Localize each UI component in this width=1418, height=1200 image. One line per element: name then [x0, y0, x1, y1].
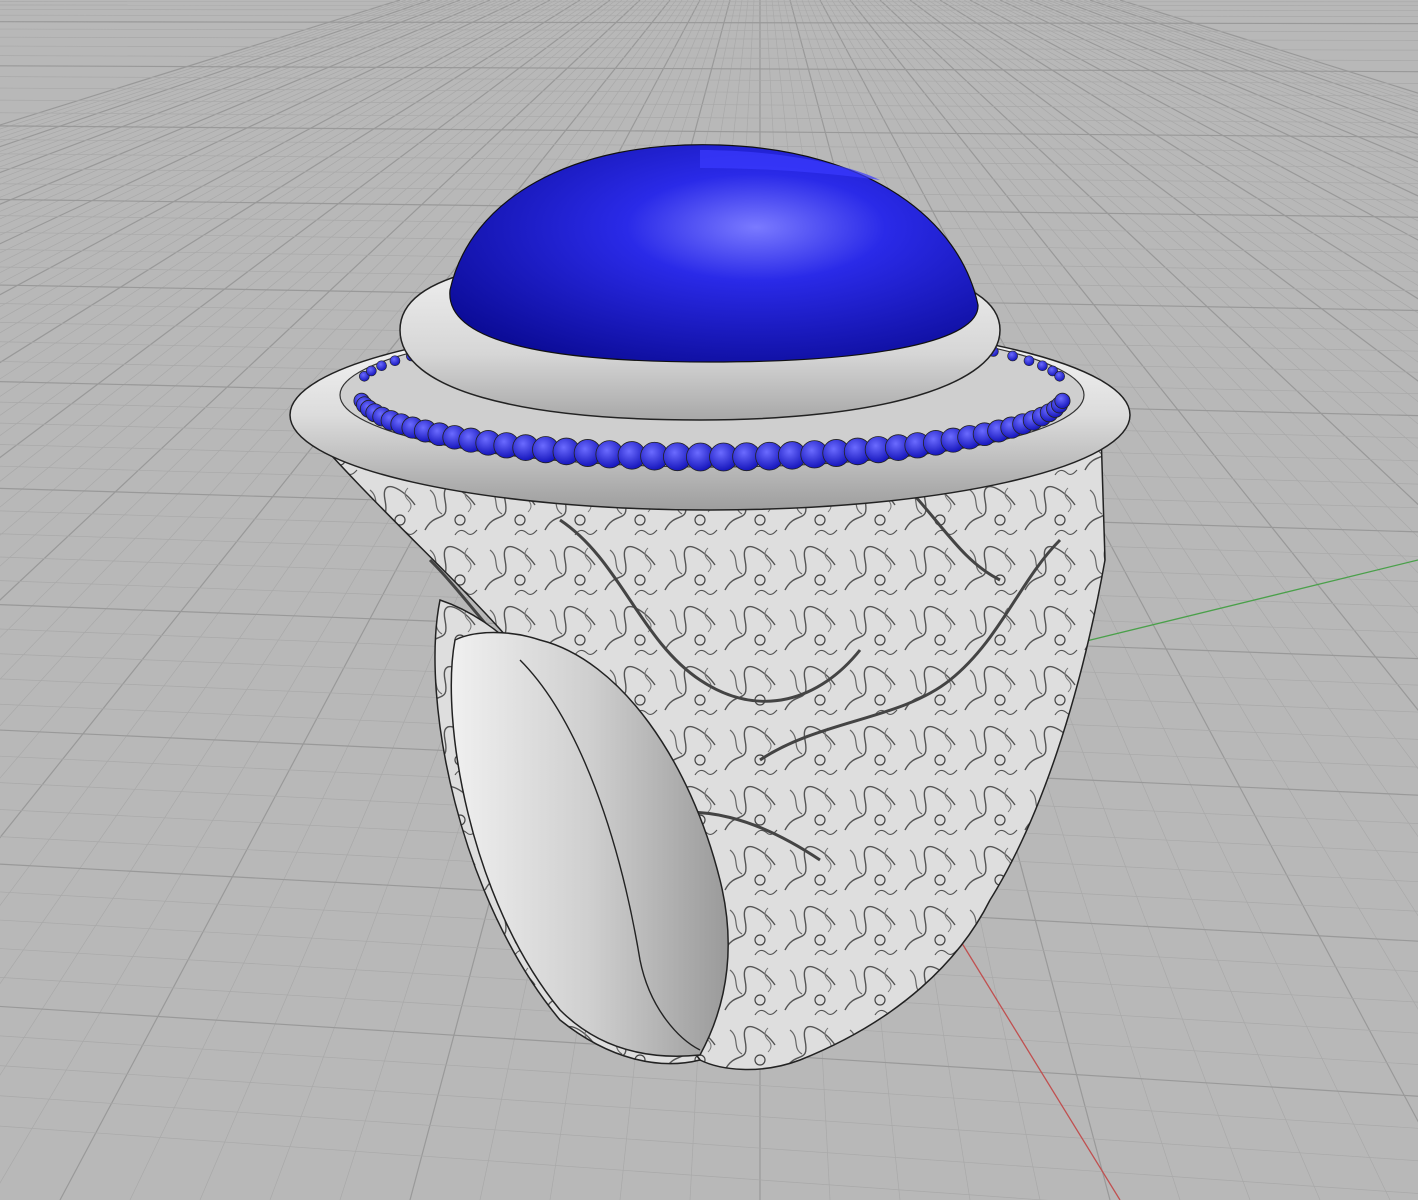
halo-stone[interactable] [1023, 355, 1035, 367]
halo-stone[interactable] [1054, 392, 1071, 409]
halo-stone[interactable] [366, 365, 377, 377]
halo-stone[interactable] [1054, 370, 1065, 382]
ring-model[interactable] [289, 144, 1131, 1071]
y-axis-line [1069, 559, 1418, 646]
halo-stone[interactable] [389, 355, 401, 367]
halo-stone[interactable] [376, 360, 387, 372]
x-axis-line [959, 939, 1121, 1200]
viewport-scene[interactable] [0, 0, 1418, 1200]
perspective-viewport[interactable] [0, 0, 1418, 1200]
halo-stone[interactable] [1007, 350, 1018, 362]
halo-stone[interactable] [1037, 360, 1048, 372]
